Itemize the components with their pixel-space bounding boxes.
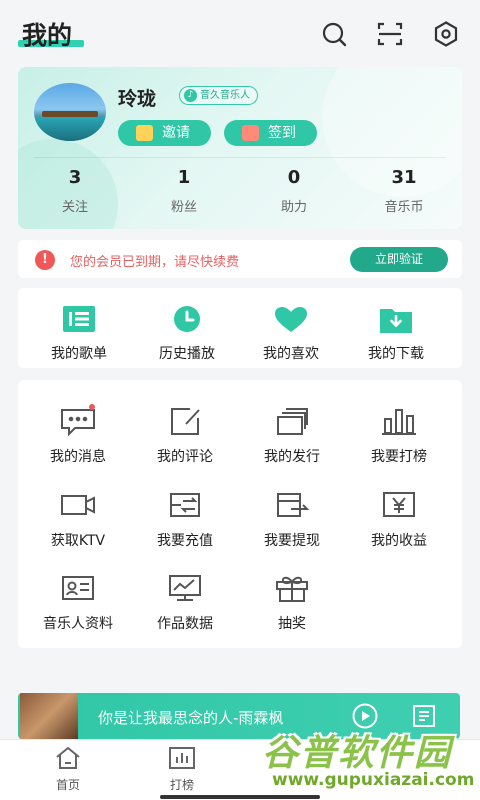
edit-icon (166, 406, 204, 436)
stat-coins[interactable]: 31 音乐币 (349, 167, 459, 215)
yuan-icon (380, 490, 418, 520)
top-bar: 我的 (0, 0, 480, 64)
stat-support[interactable]: 0 助力 (239, 167, 349, 215)
quick-item-playlist[interactable]: 我的歌单 (27, 306, 131, 363)
id-card-icon (59, 573, 97, 603)
grid-item-recharge[interactable]: 我要充值 (132, 490, 238, 550)
recharge-icon (166, 490, 204, 520)
grid-item-ranking[interactable]: 我要打榜 (346, 406, 452, 466)
tab-ranking[interactable]: 打榜 (142, 746, 222, 793)
stat-following[interactable]: 3 关注 (20, 167, 130, 215)
membership-notice: ! 您的会员已到期，请尽快续费 立即验证 (18, 240, 462, 278)
grid-item-messages[interactable]: 我的消息 (25, 404, 131, 466)
quick-item-history[interactable]: 历史播放 (135, 306, 239, 363)
clock-icon (170, 306, 204, 334)
scan-icon[interactable] (376, 20, 404, 48)
download-folder-icon (379, 306, 413, 334)
username: 玲珑 (118, 88, 157, 110)
search-icon[interactable] (320, 20, 348, 48)
grid-item-ktv[interactable]: 获取KTV (25, 490, 131, 550)
musician-badge: ♪ 音久音乐人 (179, 86, 258, 105)
calendar-icon (242, 125, 259, 141)
verify-button[interactable]: 立即验证 (350, 247, 448, 272)
profile-card: 玲珑 ♪ 音久音乐人 邀请 签到 3 关注 1 粉丝 0 助力 31 音乐币 (18, 67, 462, 229)
notice-text: 您的会员已到期，请尽快续费 (70, 255, 240, 270)
message-icon (59, 404, 97, 437)
album-cover (20, 693, 78, 739)
ranking-icon (168, 746, 196, 770)
invite-icon (136, 125, 153, 141)
home-indicator (160, 795, 320, 799)
music-note-icon: ♪ (184, 89, 197, 102)
chart-bars-icon (380, 406, 418, 436)
page-title: 我的 (22, 21, 73, 50)
gift-icon (273, 573, 311, 603)
grid-item-lottery[interactable]: 抽奖 (239, 573, 345, 633)
avatar[interactable] (34, 83, 106, 141)
grid-item-works-data[interactable]: 作品数据 (132, 573, 238, 633)
quick-item-downloads[interactable]: 我的下载 (344, 306, 448, 363)
home-icon (54, 746, 82, 770)
now-playing-title: 你是让我最思念的人-雨霖枫 (98, 709, 284, 727)
quick-item-favorites[interactable]: 我的喜欢 (239, 306, 343, 363)
function-grid: 我的消息 我的评论 我的发行 我要打榜 获取KTV 我要充值 我要提现 我的收益… (18, 380, 462, 648)
invite-button[interactable]: 邀请 (118, 120, 211, 146)
stat-fans[interactable]: 1 粉丝 (129, 167, 239, 215)
grid-item-releases[interactable]: 我的发行 (239, 406, 345, 466)
warning-icon: ! (35, 250, 55, 270)
quick-access-card: 我的歌单 历史播放 我的喜欢 我的下载 (18, 288, 462, 368)
divider (34, 157, 446, 158)
settings-icon[interactable] (432, 20, 460, 48)
unread-badge (89, 404, 95, 410)
release-icon (273, 406, 311, 436)
grid-item-withdraw[interactable]: 我要提现 (239, 490, 345, 550)
heart-icon (274, 306, 308, 334)
monitor-chart-icon (166, 573, 204, 603)
grid-item-comments[interactable]: 我的评论 (132, 406, 238, 466)
grid-item-musician-profile[interactable]: 音乐人资料 (25, 573, 131, 633)
withdraw-icon (273, 490, 311, 520)
video-camera-icon (59, 490, 97, 520)
watermark: 谷普软件园 www.gupuxiazai.com (262, 733, 475, 790)
tab-home[interactable]: 首页 (28, 746, 108, 793)
playlist-icon (62, 306, 96, 334)
checkin-button[interactable]: 签到 (224, 120, 317, 146)
grid-item-earnings[interactable]: 我的收益 (346, 490, 452, 550)
